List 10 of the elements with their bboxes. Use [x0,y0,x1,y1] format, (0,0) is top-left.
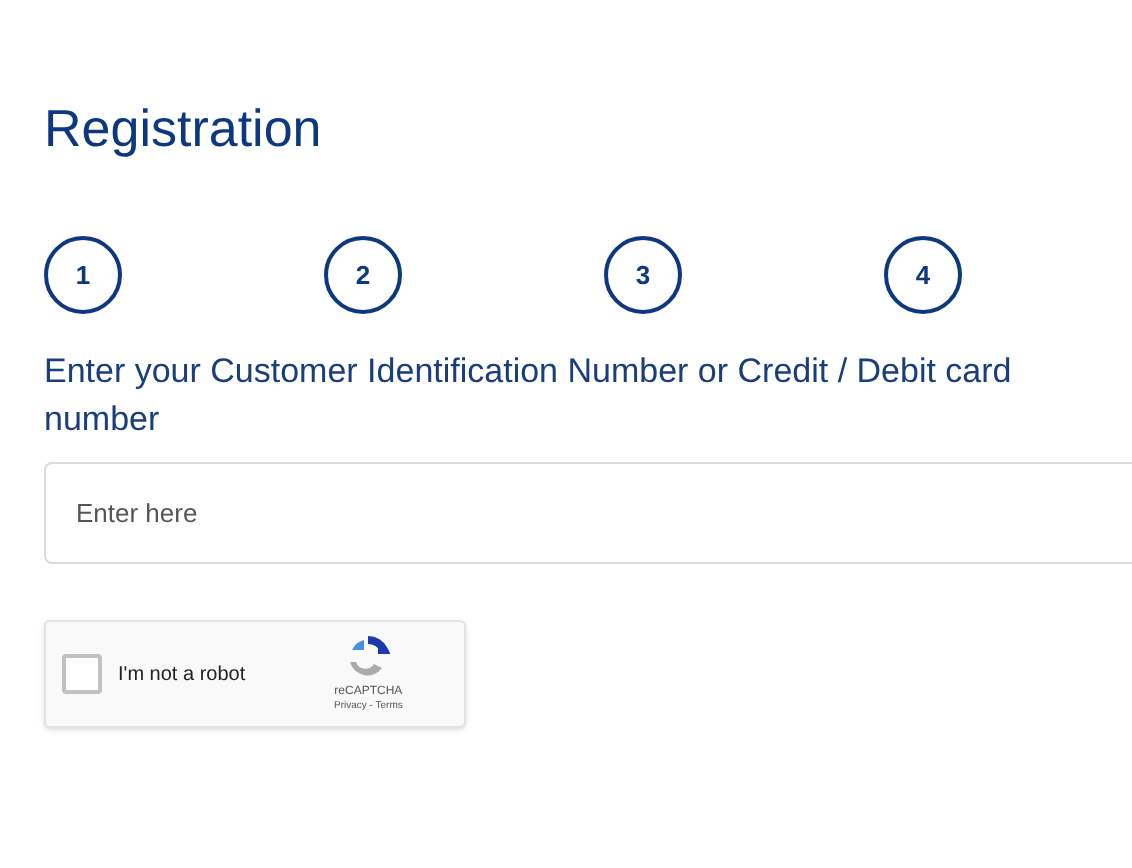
recaptcha-logo-icon [346,635,391,679]
captcha-label: I'm not a robot [118,661,248,689]
step-indicator: 2 [324,236,402,314]
checkbox[interactable] [62,654,102,694]
page-title: Registration [44,96,324,160]
step-indicator: 4 [884,236,962,314]
step-indicator: 3 [604,236,682,314]
field-label: Enter your Customer Identification Number or Credit / Debit card number [44,350,1014,442]
step-indicator: 1 [44,236,122,314]
input-field[interactable]: Enter here [44,462,1132,564]
